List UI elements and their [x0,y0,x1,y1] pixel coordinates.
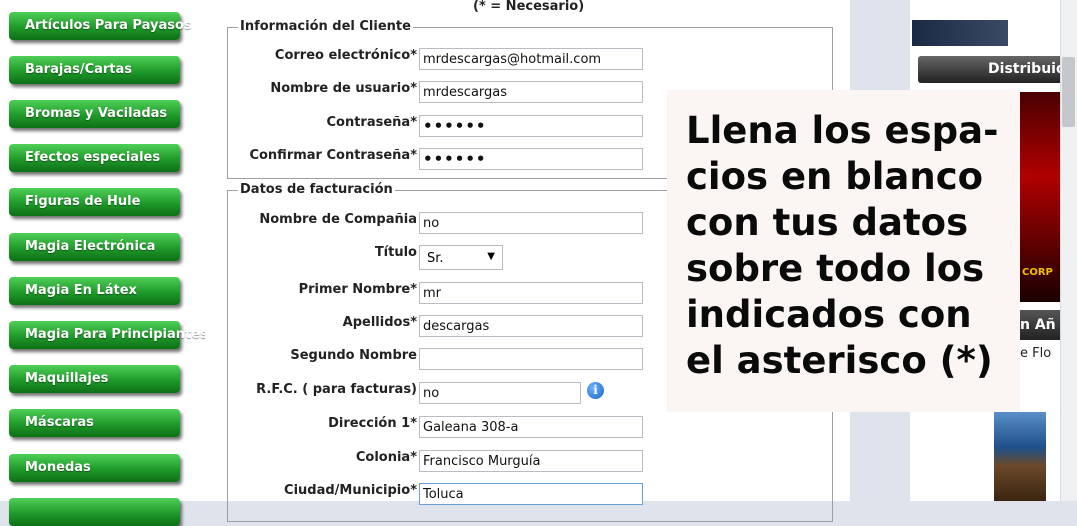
second-name-label: Segundo Nombre [290,348,417,363]
sidebar-item-bromas[interactable]: Bromas y Vaciladas [9,100,180,128]
logo-text: CORP [1022,267,1053,278]
overlay-line: con tus datos [686,201,969,244]
distribuidores-banner-title: Distribuid [988,61,1066,77]
confirm-password-field[interactable]: •••••• [419,148,643,170]
rfc-field[interactable]: no [419,382,581,404]
company-label: Nombre de Compañia [259,212,417,227]
address-label: Dirección 1* [328,416,417,431]
anniversary-banner[interactable]: n Añ [1020,310,1060,340]
title-label: Título [374,245,417,260]
address-row: Dirección 1* Galeana 308-a [205,416,850,438]
sidebar-item-figuras[interactable]: Figuras de Hule [9,188,180,216]
sidebar-item-efectos[interactable]: Efectos especiales [9,144,180,172]
sidebar-item-articulos-payasos[interactable]: Artículos Para Payasos [9,12,192,40]
info-icon[interactable]: i [587,382,604,399]
city-field[interactable]: Toluca [419,483,643,505]
sidebar-item-maquillajes[interactable]: Maquillajes [9,365,180,393]
rfc-label: R.F.C. ( para facturas) [256,382,417,397]
city-row: Ciudad/Municipio* Toluca [205,483,850,505]
sidebar-item-magia-latex[interactable]: Magia En Látex [9,277,180,305]
product-caption[interactable]: e Flo [1020,346,1060,361]
company-field[interactable]: no [419,212,643,234]
billing-legend: Datos de facturación [238,182,395,197]
sidebar-item-barajas[interactable]: Barajas/Cartas [9,56,180,84]
password-field[interactable]: •••••• [419,115,643,137]
sidebar-item-magia-principiantes[interactable]: Magia Para Principiantes [9,321,208,349]
last-name-label: Apellidos* [342,315,417,330]
colonia-label: Colonia* [355,450,417,465]
email-label: Correo electrónico* [274,48,417,63]
overlay-line: indicados con [686,293,972,336]
title-select[interactable]: Sr. ▼ [419,245,503,270]
overlay-line: el asterisco (*) [686,339,993,382]
second-name-field[interactable] [419,348,643,370]
last-name-field[interactable]: descargas [419,315,643,337]
sidebar-item-partial[interactable] [9,498,180,526]
email-field[interactable]: mrdescargas@hotmail.com [419,48,643,70]
address-field[interactable]: Galeana 308-a [419,416,643,438]
chevron-down-icon: ▼ [487,251,495,262]
anniversary-banner-text: n Añ [1020,317,1056,333]
overlay-line: Llena los espa- [686,109,999,152]
title-select-value: Sr. [427,251,444,266]
email-row: Correo electrónico* mrdescargas@hotmail.… [205,48,850,70]
sidebar-item-monedas[interactable]: Monedas [9,454,180,482]
sidebar-item-mascaras[interactable]: Máscaras [9,409,180,437]
password-label: Contraseña* [326,115,417,130]
top-banner-image[interactable] [912,20,1008,46]
overlay-line: cios en blanco [686,155,984,198]
first-name-label: Primer Nombre* [298,282,417,297]
username-field[interactable]: mrdescargas [419,81,643,103]
city-label: Ciudad/Municipio* [284,483,417,498]
colonia-row: Colonia* Francisco Murguía [205,450,850,472]
scrollbar-thumb[interactable] [1062,57,1075,127]
required-note: (* = Necesario) [473,0,585,14]
instruction-overlay: Llena los espa- cios en blanco con tus d… [667,90,1020,412]
confirm-password-label: Confirmar Contraseña* [249,148,417,163]
username-label: Nombre de usuario* [270,81,417,96]
category-sidebar: Artículos Para Payasos Barajas/Cartas Br… [0,0,208,526]
product-image[interactable] [994,412,1046,501]
logo-image[interactable]: CORP [1020,92,1060,302]
sidebar-item-magia-electronica[interactable]: Magia Electrónica [9,233,180,261]
first-name-field[interactable]: mr [419,282,643,304]
colonia-field[interactable]: Francisco Murguía [419,450,643,472]
distribuidores-banner[interactable]: Distribuid [918,56,1068,83]
client-info-legend: Información del Cliente [238,19,413,34]
overlay-line: sobre todo los [686,247,985,290]
